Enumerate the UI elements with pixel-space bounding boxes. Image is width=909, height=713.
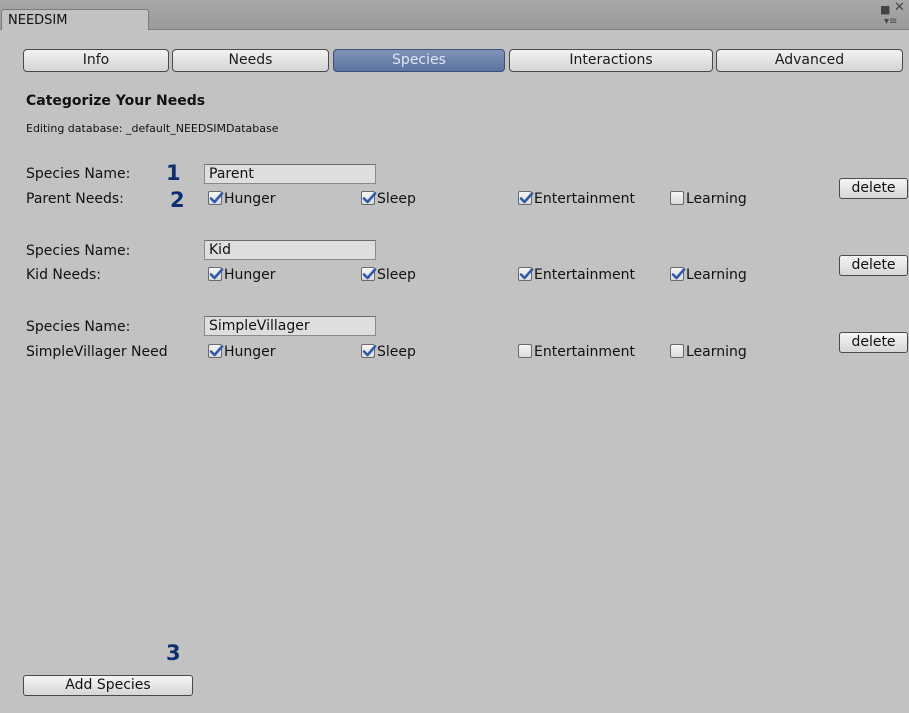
need-checkbox-entertainment[interactable]: Entertainment — [518, 267, 635, 285]
checkbox-box[interactable] — [208, 344, 224, 358]
species-name-label: Species Name: — [26, 166, 131, 182]
checkbox-box[interactable] — [670, 191, 684, 205]
delete-species-button[interactable]: delete — [839, 332, 908, 353]
checkbox-box[interactable] — [361, 191, 377, 205]
need-checkbox-entertainment[interactable]: Entertainment — [518, 344, 635, 362]
window-tab-label: NEEDSIM — [8, 13, 68, 28]
species-name-label: Species Name: — [26, 319, 131, 335]
window-tab[interactable]: NEEDSIM — [1, 9, 149, 30]
need-label: Sleep — [377, 191, 416, 207]
checkbox-box[interactable] — [208, 267, 224, 281]
checkbox-box[interactable] — [208, 191, 224, 205]
need-label: Hunger — [224, 267, 276, 283]
checkbox-box[interactable] — [361, 344, 377, 358]
need-checkbox-entertainment[interactable]: Entertainment — [518, 191, 635, 209]
page-title: Categorize Your Needs — [26, 93, 206, 109]
need-label: Entertainment — [534, 344, 636, 360]
close-icon[interactable]: ✕ — [894, 1, 905, 14]
checkbox-box[interactable] — [361, 267, 377, 281]
species-needs-label: SimpleVillager Need — [26, 344, 168, 360]
tab-advanced[interactable]: Advanced — [716, 49, 903, 72]
add-species-button[interactable]: Add Species — [23, 675, 193, 696]
checkbox-box[interactable] — [518, 344, 532, 358]
tab-species[interactable]: Species — [333, 49, 505, 72]
checkbox-box[interactable] — [670, 267, 686, 281]
tab-interactions[interactable]: Interactions — [509, 49, 713, 72]
need-label: Hunger — [224, 344, 276, 360]
species-name-input[interactable]: SimpleVillager — [204, 316, 376, 336]
tab-label: Info — [82, 52, 110, 68]
need-label: Sleep — [377, 344, 416, 360]
menu-icon[interactable]: ▾≡ — [884, 16, 897, 27]
annotation-marker-1: 1 — [166, 161, 181, 185]
button-label: delete — [851, 180, 896, 196]
need-label: Learning — [686, 267, 747, 283]
tab-needs[interactable]: Needs — [172, 49, 329, 72]
need-checkbox-hunger[interactable]: Hunger — [208, 344, 276, 362]
species-name-input[interactable]: Kid — [204, 240, 376, 260]
need-checkbox-learning[interactable]: Learning — [670, 267, 747, 285]
tab-label: Interactions — [569, 52, 653, 68]
species-name-input[interactable]: Parent — [204, 164, 376, 184]
need-checkbox-hunger[interactable]: Hunger — [208, 267, 276, 285]
checkbox-box[interactable] — [518, 191, 534, 205]
need-label: Hunger — [224, 191, 276, 207]
need-checkbox-sleep[interactable]: Sleep — [361, 267, 416, 285]
tab-label: Species — [392, 52, 446, 68]
checkbox-box[interactable] — [670, 344, 684, 358]
species-name-label: Species Name: — [26, 243, 131, 259]
checkbox-box[interactable] — [518, 267, 534, 281]
species-needs-label: Parent Needs: — [26, 191, 124, 207]
need-checkbox-sleep[interactable]: Sleep — [361, 191, 416, 209]
need-label: Learning — [686, 191, 747, 207]
need-label: Entertainment — [534, 267, 636, 283]
delete-species-button[interactable]: delete — [839, 255, 908, 276]
button-label: delete — [851, 334, 896, 350]
delete-species-button[interactable]: delete — [839, 178, 908, 199]
need-checkbox-sleep[interactable]: Sleep — [361, 344, 416, 362]
window-title-bar: NEEDSIM ■ ✕ ▾≡ — [0, 0, 909, 30]
database-info: Editing database: _default_NEEDSIMDataba… — [26, 122, 279, 135]
button-label: delete — [851, 257, 896, 273]
tab-info[interactable]: Info — [23, 49, 169, 72]
annotation-marker-3: 3 — [166, 641, 181, 665]
species-needs-label: Kid Needs: — [26, 267, 102, 283]
need-checkbox-learning[interactable]: Learning — [670, 344, 747, 362]
button-label: Add Species — [65, 677, 151, 693]
need-label: Sleep — [377, 267, 416, 283]
need-checkbox-learning[interactable]: Learning — [670, 191, 747, 209]
need-label: Learning — [686, 344, 747, 360]
tab-label: Advanced — [774, 52, 845, 68]
need-checkbox-hunger[interactable]: Hunger — [208, 191, 276, 209]
annotation-marker-2: 2 — [170, 188, 185, 212]
tab-label: Needs — [228, 52, 273, 68]
need-label: Entertainment — [534, 191, 636, 207]
maximize-icon[interactable]: ■ — [880, 4, 890, 15]
